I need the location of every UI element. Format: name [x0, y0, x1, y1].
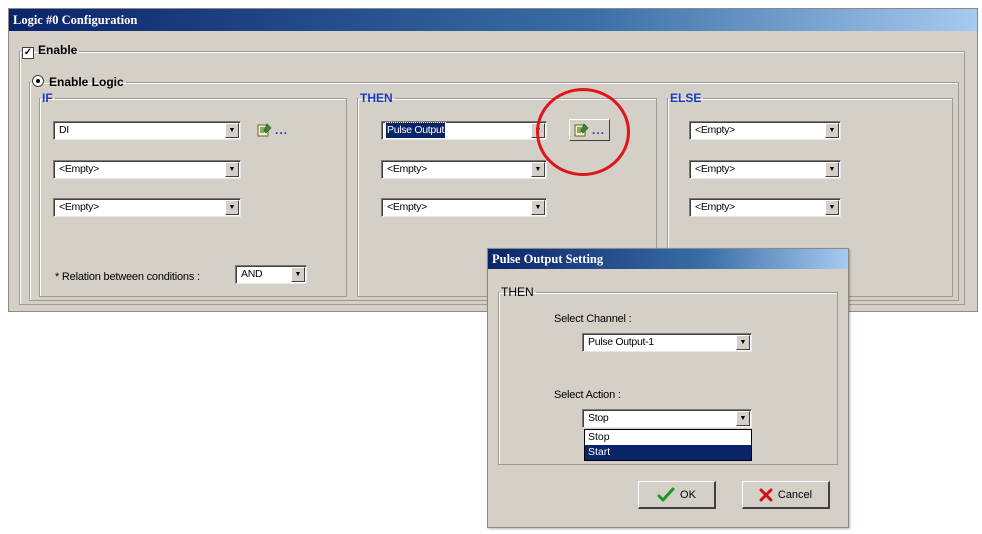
if-condition-3-value: <Empty>: [59, 201, 99, 213]
else-legend: ELSE: [670, 91, 702, 105]
checkmark-icon: ✓: [22, 47, 34, 59]
if-condition-3-combo[interactable]: <Empty> ▼: [53, 198, 241, 217]
then-action-1-combo[interactable]: Pulse Output ▼: [381, 121, 547, 140]
cancel-label: Cancel: [777, 488, 813, 501]
enable-checkbox[interactable]: ✓ Enable: [20, 43, 79, 59]
red-x-icon: [759, 488, 773, 501]
dropdown-arrow-icon[interactable]: ▼: [825, 162, 839, 177]
else-action-1-value: <Empty>: [695, 124, 735, 136]
then-action-2-value: <Empty>: [387, 163, 427, 175]
select-channel-value: Pulse Output-1: [588, 336, 654, 348]
ok-label: OK: [680, 488, 696, 501]
select-action-dropdown-list: Stop Start: [584, 429, 752, 461]
enable-label: Enable: [38, 43, 78, 57]
relation-value: AND: [241, 268, 263, 280]
select-channel-label: Select Channel :: [554, 313, 632, 325]
if-wizard-dots: ...: [275, 123, 289, 137]
dialog-title: Pulse Output Setting: [488, 249, 848, 269]
ok-button[interactable]: OK: [638, 481, 716, 509]
else-action-1-combo[interactable]: <Empty> ▼: [689, 121, 841, 140]
dropdown-arrow-icon[interactable]: ▼: [825, 123, 839, 138]
action-option-start[interactable]: Start: [585, 445, 751, 460]
dropdown-arrow-icon[interactable]: ▼: [736, 335, 750, 350]
else-action-2-combo[interactable]: <Empty> ▼: [689, 160, 841, 179]
select-action-label: Select Action :: [554, 389, 621, 401]
radio-selected-icon: [32, 75, 44, 87]
pulse-output-dialog: Pulse Output Setting THEN Select Channel…: [487, 248, 849, 528]
select-action-combo[interactable]: Stop ▼: [582, 409, 752, 428]
window-title: Logic #0 Configuration: [9, 9, 977, 31]
dropdown-arrow-icon[interactable]: ▼: [736, 411, 750, 426]
else-action-3-value: <Empty>: [695, 201, 735, 213]
action-option-stop[interactable]: Stop: [585, 430, 751, 445]
highlight-circle: [536, 88, 630, 176]
cancel-button[interactable]: Cancel: [742, 481, 830, 509]
dropdown-arrow-icon[interactable]: ▼: [291, 267, 305, 282]
if-condition-2-combo[interactable]: <Empty> ▼: [53, 160, 241, 179]
select-action-value: Stop: [588, 412, 609, 424]
dropdown-arrow-icon[interactable]: ▼: [225, 123, 239, 138]
dropdown-arrow-icon[interactable]: ▼: [531, 200, 545, 215]
dropdown-arrow-icon[interactable]: ▼: [531, 162, 545, 177]
dropdown-arrow-icon[interactable]: ▼: [825, 200, 839, 215]
select-channel-combo[interactable]: Pulse Output-1 ▼: [582, 333, 752, 352]
if-wizard-button[interactable]: ...: [257, 119, 288, 141]
then-action-1-value: Pulse Output: [384, 122, 447, 139]
if-condition-1-combo[interactable]: DI ▼: [53, 121, 241, 140]
dropdown-arrow-icon[interactable]: ▼: [225, 200, 239, 215]
green-check-icon: [657, 487, 675, 501]
then-action-3-value: <Empty>: [387, 201, 427, 213]
enable-logic-label: Enable Logic: [49, 75, 124, 89]
then-legend: THEN: [360, 91, 393, 105]
then-action-3-combo[interactable]: <Empty> ▼: [381, 198, 547, 217]
if-condition-2-value: <Empty>: [59, 163, 99, 175]
else-action-3-combo[interactable]: <Empty> ▼: [689, 198, 841, 217]
enable-logic-radio[interactable]: Enable Logic: [30, 75, 126, 89]
dialog-then-legend: THEN: [501, 285, 534, 299]
else-action-2-value: <Empty>: [695, 163, 735, 175]
if-condition-1-value: DI: [59, 124, 69, 136]
dropdown-arrow-icon[interactable]: ▼: [225, 162, 239, 177]
then-action-2-combo[interactable]: <Empty> ▼: [381, 160, 547, 179]
wizard-icon: [257, 123, 272, 137]
if-legend: IF: [42, 91, 53, 105]
relation-combo[interactable]: AND ▼: [235, 265, 307, 284]
relation-label: * Relation between conditions :: [55, 271, 200, 283]
